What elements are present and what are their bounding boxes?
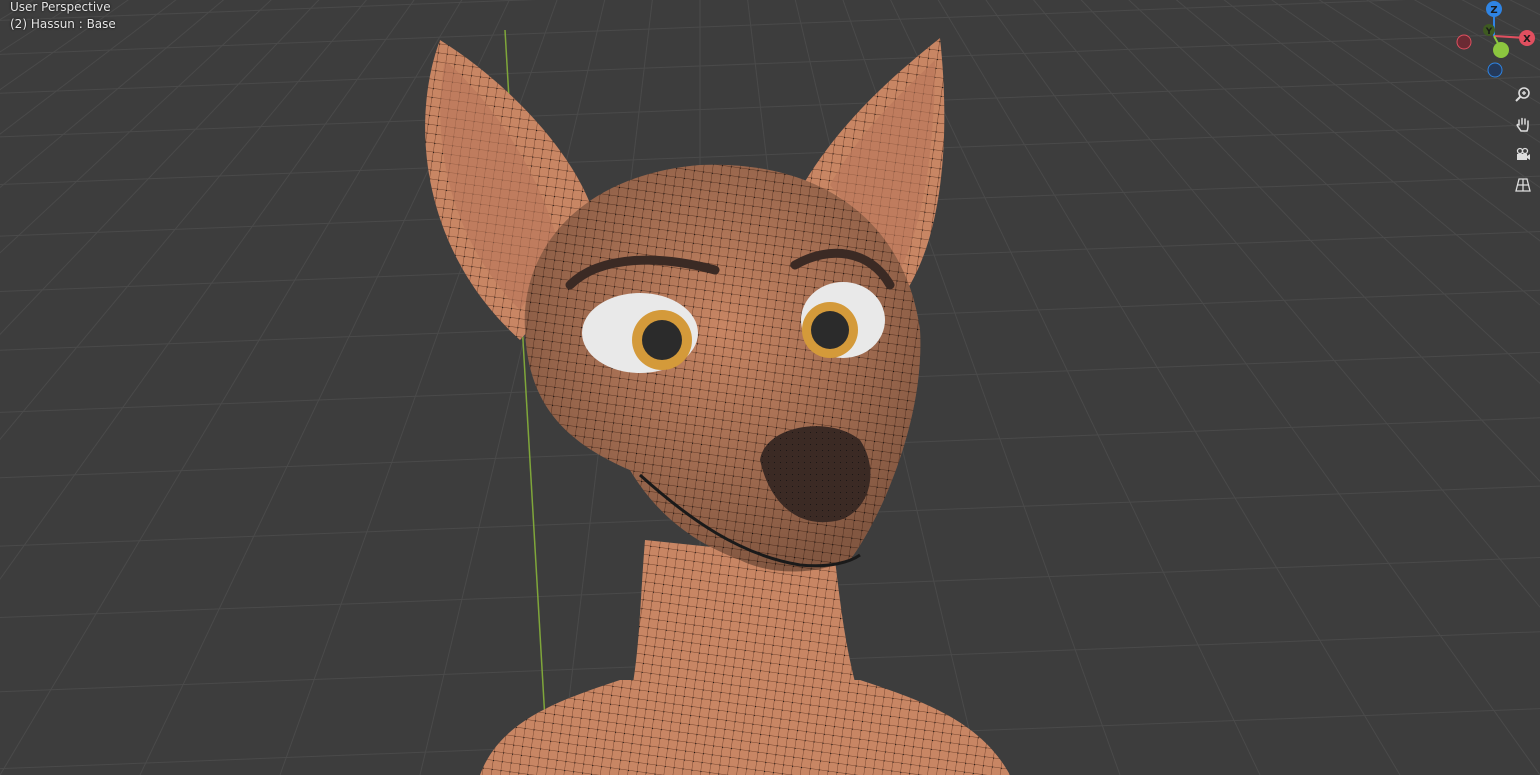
gizmo-z-label: Z xyxy=(1490,5,1497,16)
gizmo-neg-x-icon xyxy=(1456,34,1472,50)
grid-perspective-icon xyxy=(1515,178,1531,192)
camera-view-button[interactable] xyxy=(1509,141,1537,169)
3d-viewport[interactable]: User Perspective (2) Hassun : Base Z X Y xyxy=(0,0,1540,775)
view-name-label: User Perspective xyxy=(10,0,111,14)
navigation-gizmo[interactable]: Z X Y xyxy=(1448,0,1540,80)
perspective-toggle-button[interactable] xyxy=(1509,171,1537,199)
gizmo-x-label: X xyxy=(1523,34,1531,45)
hand-pan-icon xyxy=(1516,117,1529,132)
zoom-button[interactable] xyxy=(1509,81,1537,109)
gizmo-y-icon xyxy=(1493,42,1509,58)
viewport-scene[interactable] xyxy=(0,0,1540,775)
pan-button[interactable] xyxy=(1509,111,1537,139)
zoom-icon xyxy=(1515,87,1530,102)
gizmo-y-label: Y xyxy=(1485,27,1493,37)
object-info-label: (2) Hassun : Base xyxy=(10,17,116,31)
camera-icon xyxy=(1516,147,1530,160)
character-mesh xyxy=(425,38,1010,775)
gizmo-neg-z-icon xyxy=(1487,62,1503,78)
